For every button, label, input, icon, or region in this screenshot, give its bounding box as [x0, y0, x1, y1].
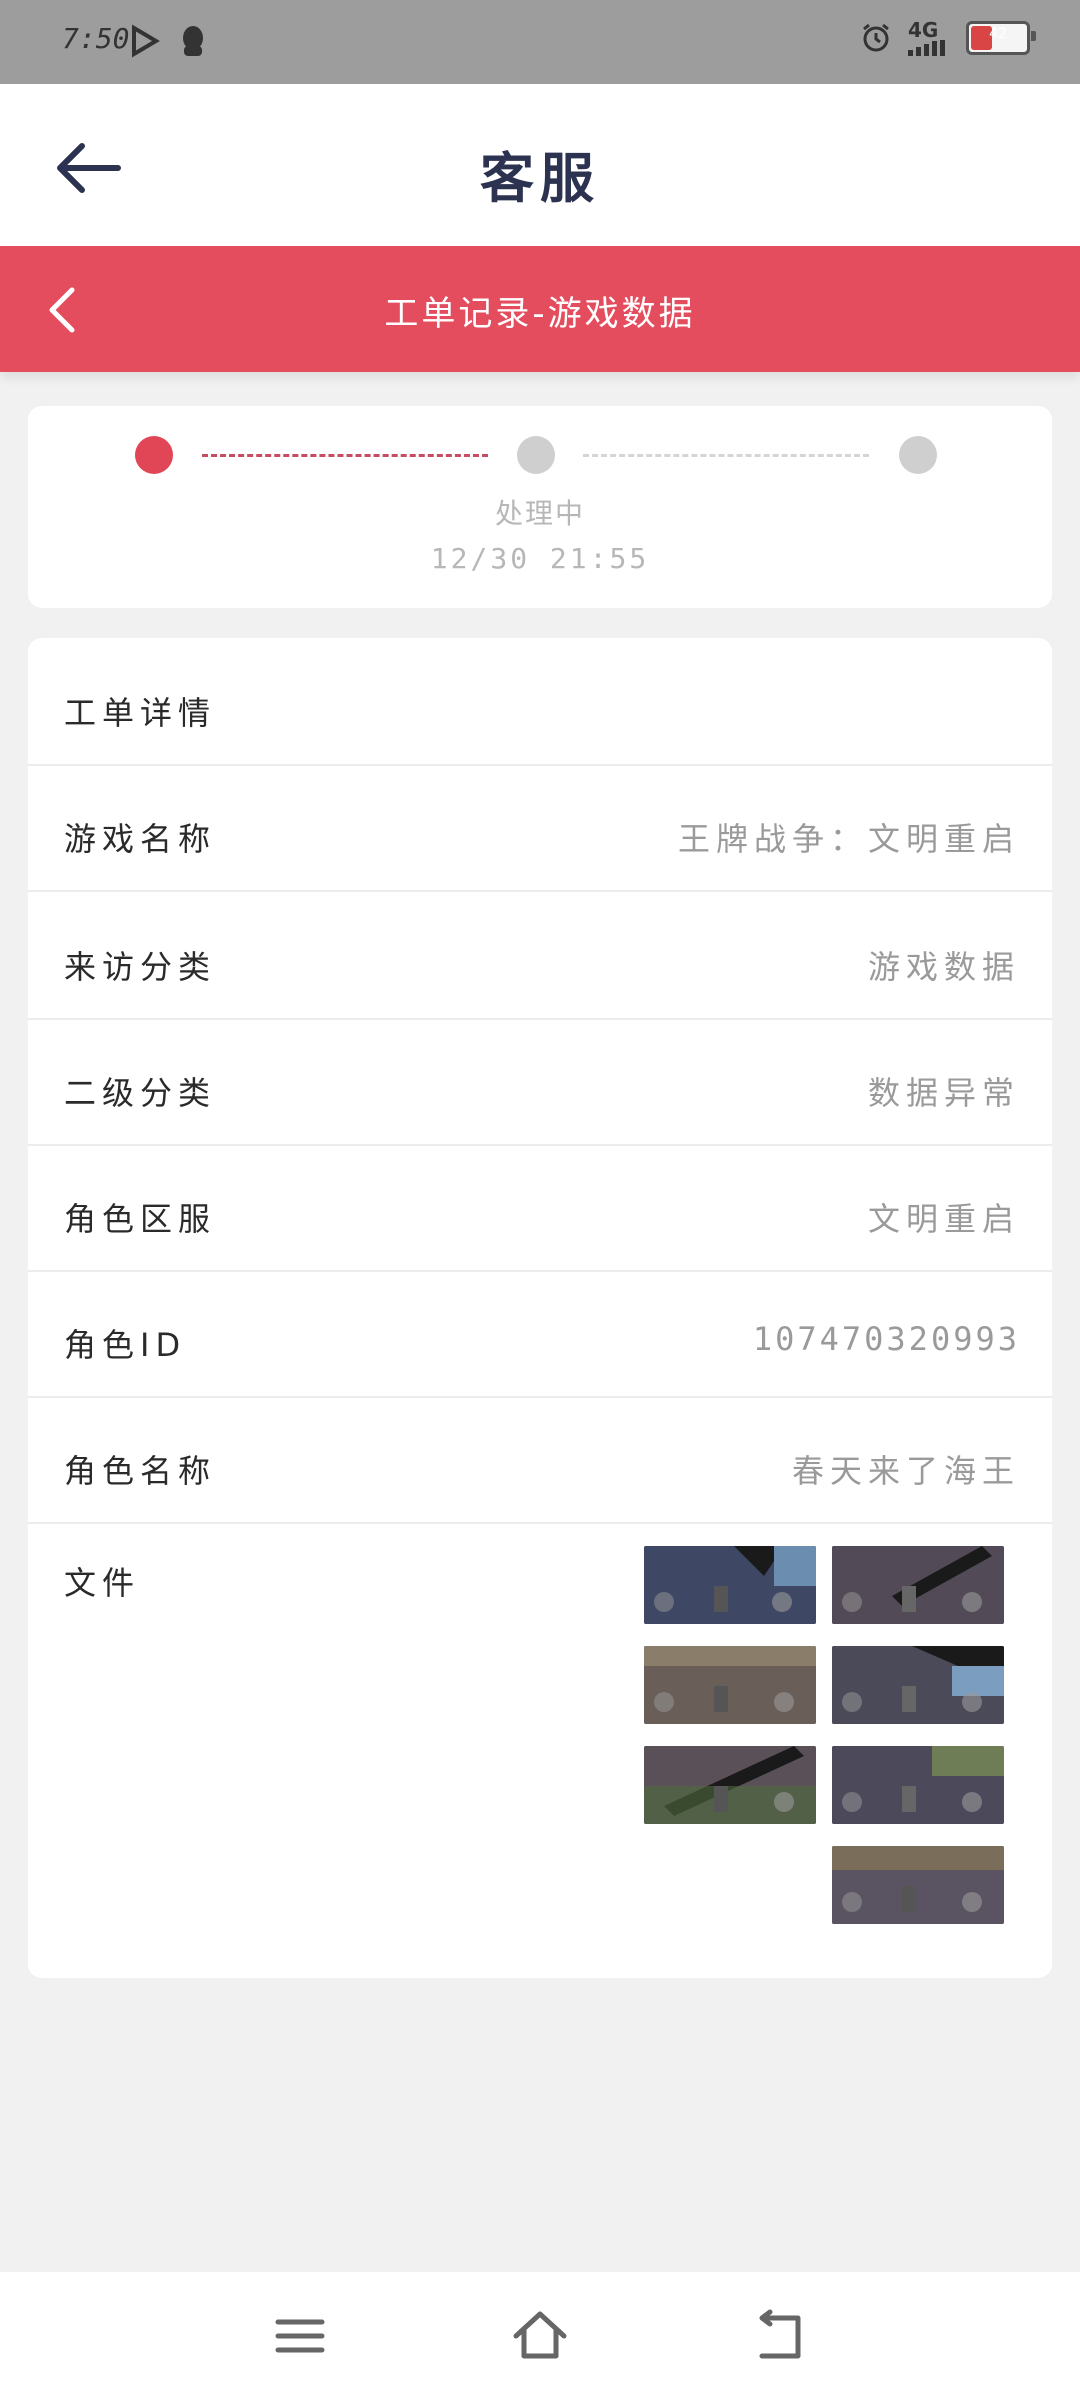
detail-row-server: 角色区服 文明重启 — [28, 1144, 1052, 1272]
detail-row-role-name: 角色名称 春天来了海王 — [28, 1396, 1052, 1524]
step-time: 12/30 21:55 — [430, 542, 650, 575]
alarm-icon — [860, 22, 892, 54]
banner-title: 工单记录-游戏数据 — [384, 294, 696, 334]
detail-label: 二级分类 — [64, 1074, 217, 1112]
page-title: 客服 — [480, 147, 600, 210]
file-thumbnail[interactable] — [832, 1546, 1004, 1624]
detail-value: 王牌战争：文明重启 — [677, 820, 1020, 858]
file-thumbnail[interactable] — [644, 1646, 816, 1724]
step-status-label: 处理中 — [494, 497, 585, 530]
system-nav-bar — [0, 2272, 1080, 2400]
menu-icon[interactable] — [272, 2308, 328, 2364]
detail-label: 角色名称 — [64, 1452, 217, 1490]
detail-row-sub-category: 二级分类 数据异常 — [28, 1018, 1052, 1146]
file-thumbnail[interactable] — [832, 1846, 1004, 1924]
status-bar: 7:50 4G 42 — [0, 0, 1080, 84]
file-thumbnail[interactable] — [644, 1546, 816, 1624]
details-card: 工单详情 游戏名称 王牌战争：文明重启 来访分类 游戏数据 二级分类 数据异常 … — [28, 638, 1052, 1978]
app-header: 客服 — [0, 84, 1080, 246]
back-icon[interactable] — [752, 2308, 808, 2364]
network-type: 4G — [908, 18, 939, 42]
step-line-1 — [202, 454, 488, 457]
qq-icon — [176, 22, 210, 60]
detail-value: 107470320993 — [752, 1320, 1020, 1358]
files-label: 文件 — [64, 1564, 141, 1602]
details-header: 工单详情 — [64, 694, 217, 732]
detail-value: 数据异常 — [867, 1074, 1020, 1112]
step-dot-3 — [899, 436, 937, 474]
battery-icon: 42 — [966, 21, 1036, 55]
section-banner: 工单记录-游戏数据 — [0, 246, 1080, 372]
file-thumbnail[interactable] — [832, 1746, 1004, 1824]
step-dot-1 — [135, 436, 173, 474]
detail-row-visit-category: 来访分类 游戏数据 — [28, 892, 1052, 1020]
details-header-row: 工单详情 — [28, 638, 1052, 766]
detail-label: 游戏名称 — [64, 820, 217, 858]
detail-row-role-id: 角色ID 107470320993 — [28, 1270, 1052, 1398]
battery-text: 42 — [989, 26, 1007, 42]
step-dot-2 — [517, 436, 555, 474]
detail-value: 文明重启 — [867, 1200, 1020, 1238]
file-thumbnail[interactable] — [832, 1646, 1004, 1724]
progress-card: 处理中 12/30 21:55 — [28, 406, 1052, 608]
signal-icon: 4G — [908, 20, 950, 56]
detail-label: 角色ID — [64, 1326, 187, 1364]
detail-label: 来访分类 — [64, 948, 217, 986]
file-thumbnail[interactable] — [644, 1746, 816, 1824]
status-time: 7:50 — [62, 22, 130, 55]
home-icon[interactable] — [512, 2308, 568, 2364]
detail-row-game-name: 游戏名称 王牌战争：文明重启 — [28, 764, 1052, 892]
step-line-2 — [583, 454, 869, 457]
detail-label: 角色区服 — [64, 1200, 217, 1238]
detail-value: 春天来了海王 — [791, 1452, 1020, 1490]
play-icon — [128, 22, 162, 60]
detail-value: 游戏数据 — [867, 948, 1020, 986]
